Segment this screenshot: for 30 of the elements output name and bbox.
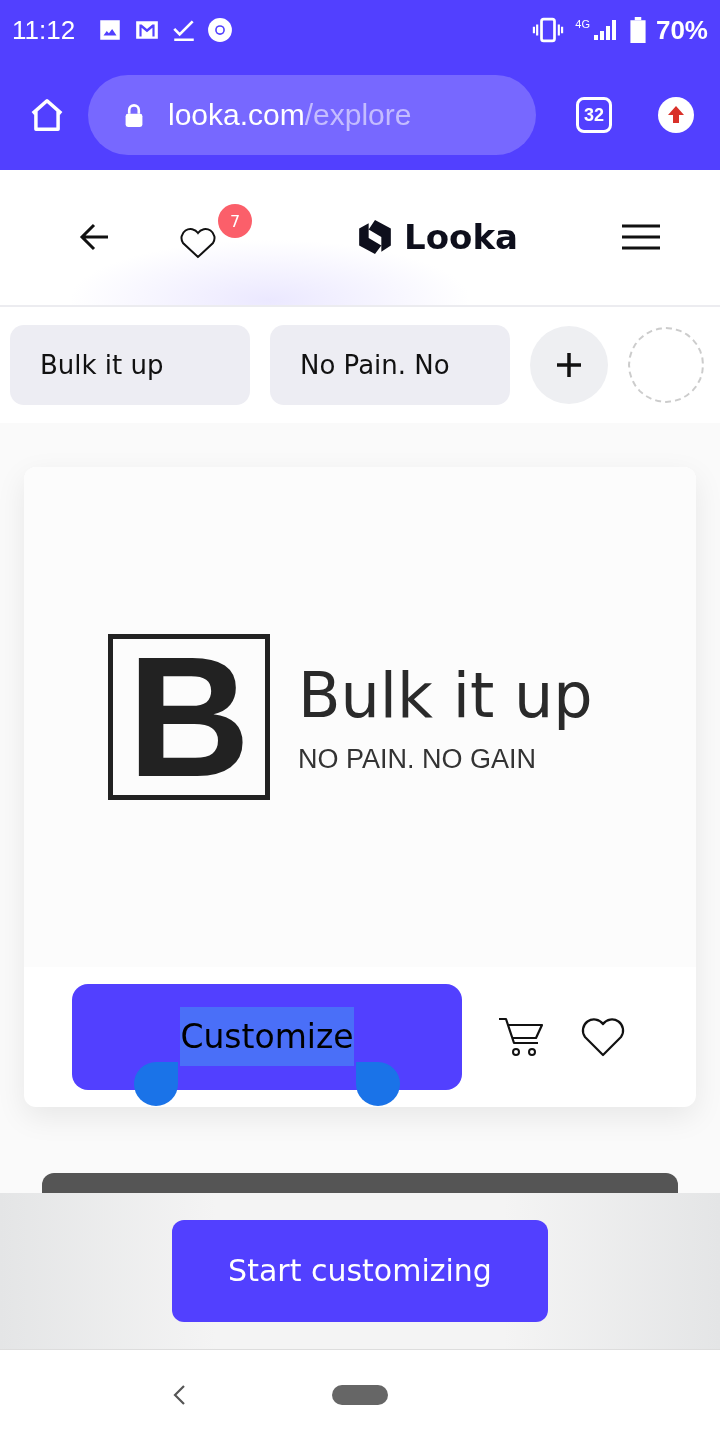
brand-name: Bulk it up xyxy=(298,658,593,732)
vibrate-icon xyxy=(531,17,566,43)
network-label: 4G xyxy=(575,18,590,30)
filter-chip[interactable]: Bulk it up xyxy=(10,324,250,405)
heart-icon[interactable] xyxy=(580,1016,626,1057)
back-icon[interactable] xyxy=(172,1382,186,1407)
customize-button[interactable]: Customize xyxy=(72,983,462,1090)
favorites-badge: 7 xyxy=(218,204,252,239)
battery-percent: 70% xyxy=(655,14,708,46)
browser-icon xyxy=(207,17,234,43)
logo-icon xyxy=(356,218,394,257)
tab-count[interactable]: 32 xyxy=(576,97,612,133)
logo-text: Looka xyxy=(404,217,518,258)
home-pill[interactable] xyxy=(332,1384,388,1405)
brand-tagline: NO PAIN. NO GAIN xyxy=(298,743,538,775)
heart-icon[interactable] xyxy=(178,226,218,261)
menu-icon[interactable] xyxy=(622,224,660,251)
selection-handle[interactable] xyxy=(356,1061,400,1106)
clock-time: 11:12 xyxy=(12,14,76,46)
battery-icon xyxy=(629,17,646,43)
plus-icon xyxy=(556,351,582,378)
cart-icon[interactable] xyxy=(498,1015,544,1058)
update-icon[interactable] xyxy=(658,97,694,133)
selection-handle[interactable] xyxy=(134,1061,178,1106)
logo-mark: B xyxy=(108,633,270,800)
url-text: looka.com/explore xyxy=(168,98,412,132)
address-bar[interactable]: looka.com/explore xyxy=(88,75,536,155)
filter-chip[interactable]: No Pain. No xyxy=(270,324,510,405)
lock-icon xyxy=(124,103,144,127)
start-customizing-button[interactable]: Start customizing xyxy=(172,1219,548,1322)
